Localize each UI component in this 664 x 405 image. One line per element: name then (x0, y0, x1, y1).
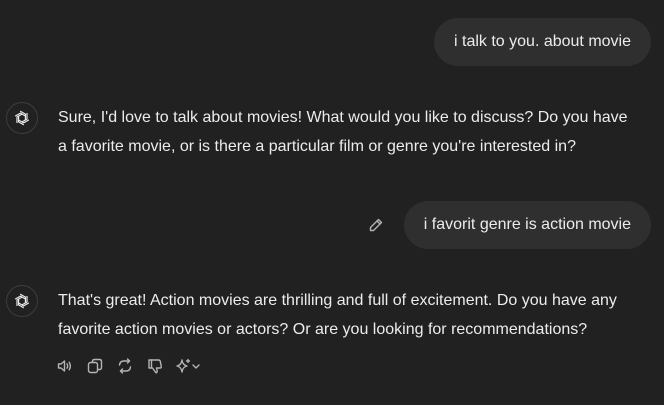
chat-thread: i talk to you. about movie Sure, I'd lov… (0, 0, 664, 405)
assistant-message-text: That's great! Action movies are thrillin… (58, 292, 617, 338)
read-aloud-button[interactable] (54, 355, 76, 377)
assistant-message-1: Sure, I'd love to talk about movies! Wha… (6, 102, 638, 161)
switch-model-button[interactable] (174, 355, 210, 377)
read-aloud-icon (57, 360, 72, 372)
user-message-bubble: i talk to you. about movie (434, 18, 651, 66)
bad-response-button[interactable] (144, 355, 166, 377)
edit-message-button[interactable] (364, 213, 388, 237)
pencil-icon (369, 218, 382, 232)
copy-button[interactable] (84, 355, 106, 377)
chatgpt-avatar (6, 285, 38, 317)
openai-logo-icon (14, 110, 30, 126)
regenerate-icon (118, 358, 132, 374)
message-action-bar (54, 355, 218, 377)
chatgpt-avatar (6, 102, 38, 134)
openai-logo-icon (14, 293, 30, 309)
assistant-message-text: Sure, I'd love to talk about movies! Wha… (58, 109, 628, 155)
sparkle-model-icon (176, 358, 200, 373)
user-message-2: i favorit genre is action movie (364, 201, 651, 249)
regenerate-button[interactable] (114, 355, 136, 377)
user-message-bubble: i favorit genre is action movie (403, 201, 651, 249)
assistant-message-2: That's great! Action movies are thrillin… (6, 285, 638, 344)
thumbs-down-icon (148, 359, 163, 374)
copy-icon (87, 358, 103, 374)
user-message-1: i talk to you. about movie (434, 18, 651, 66)
